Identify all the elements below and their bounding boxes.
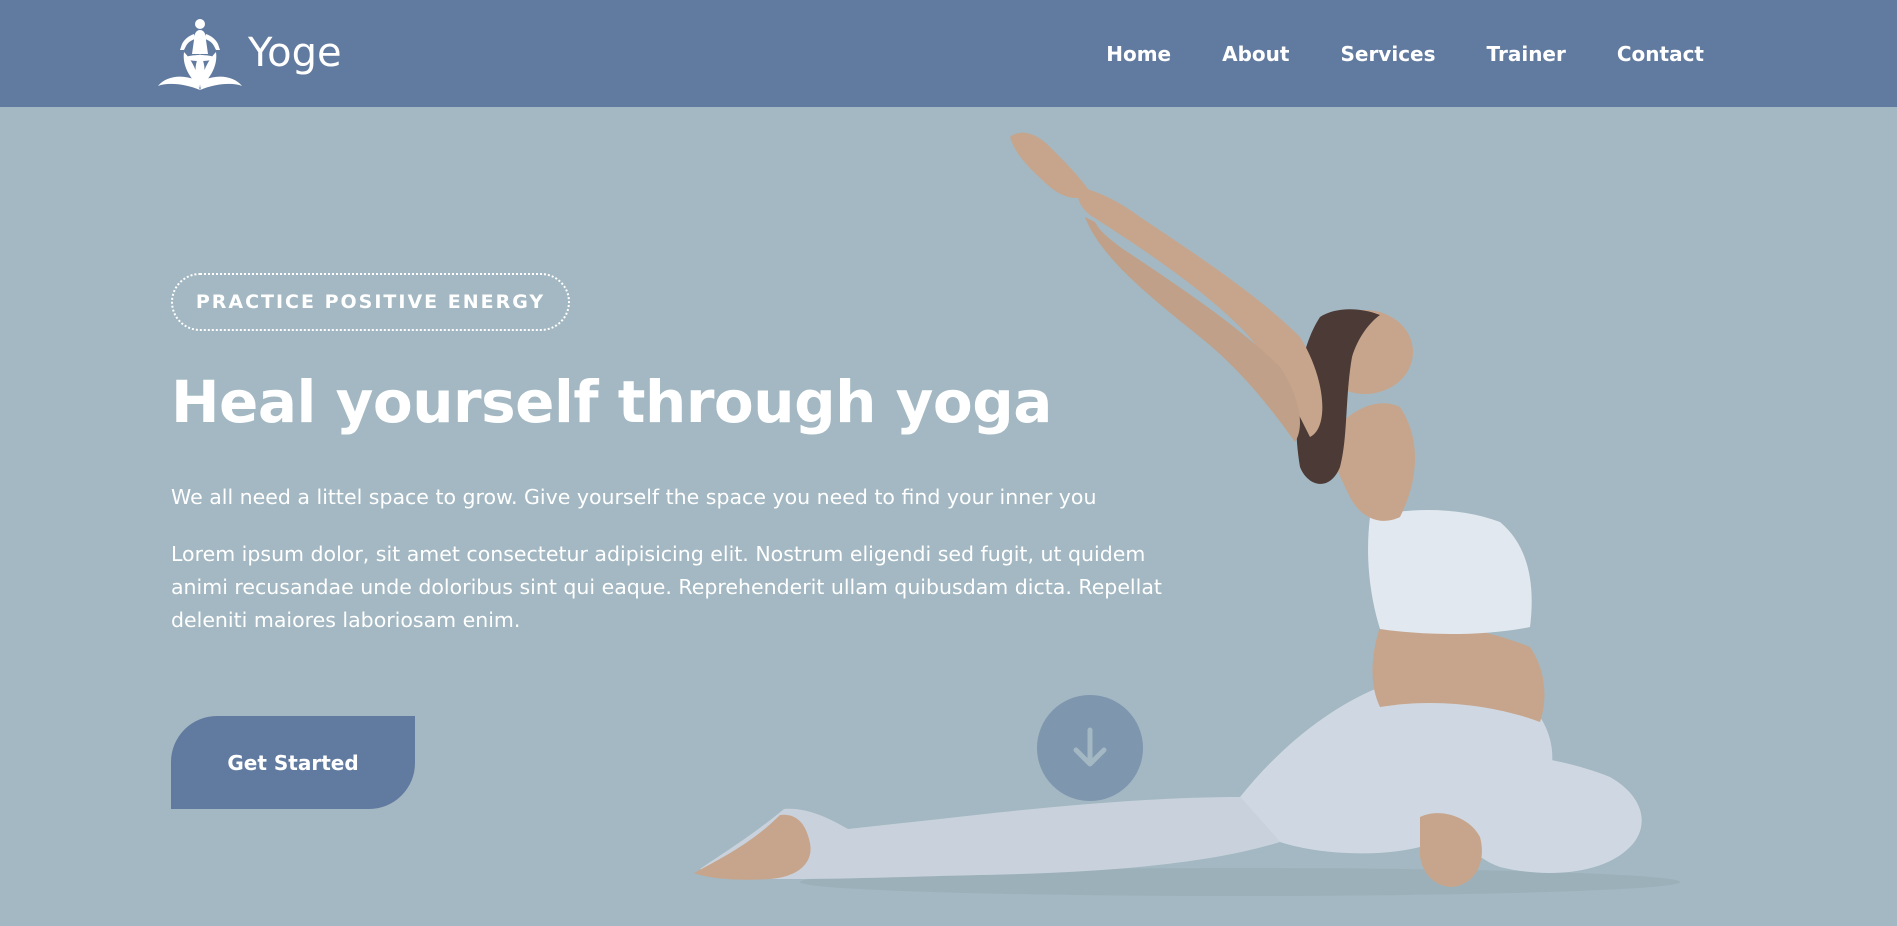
nav-item-about[interactable]: About	[1222, 42, 1289, 66]
brand-name: Yoge	[248, 30, 342, 76]
hero-subtitle: We all need a littel space to grow. Give…	[171, 485, 1097, 509]
main-nav: Home About Services Trainer Contact	[1055, 0, 1704, 107]
get-started-button[interactable]: Get Started	[171, 716, 415, 809]
nav-item-contact[interactable]: Contact	[1617, 42, 1704, 66]
nav-item-trainer[interactable]: Trainer	[1487, 42, 1566, 66]
hero-body-text: Lorem ipsum dolor, sit amet consectetur …	[171, 542, 1162, 632]
yoga-woman-image	[694, 132, 1680, 896]
brand-logo[interactable]: Yoge	[156, 14, 342, 92]
nav-item-home[interactable]: Home	[1106, 42, 1171, 66]
hero-tagline: PRACTICE POSITIVE ENERGY	[171, 273, 570, 331]
arrow-down-icon	[1073, 727, 1107, 767]
nav-item-services[interactable]: Services	[1340, 42, 1435, 66]
hero-title: Heal yourself through yoga	[171, 368, 1052, 436]
site-header: Yoge Home About Services Trainer Contact	[0, 0, 1897, 107]
lotus-meditation-icon	[158, 19, 242, 90]
scroll-down-button[interactable]	[1037, 695, 1143, 801]
